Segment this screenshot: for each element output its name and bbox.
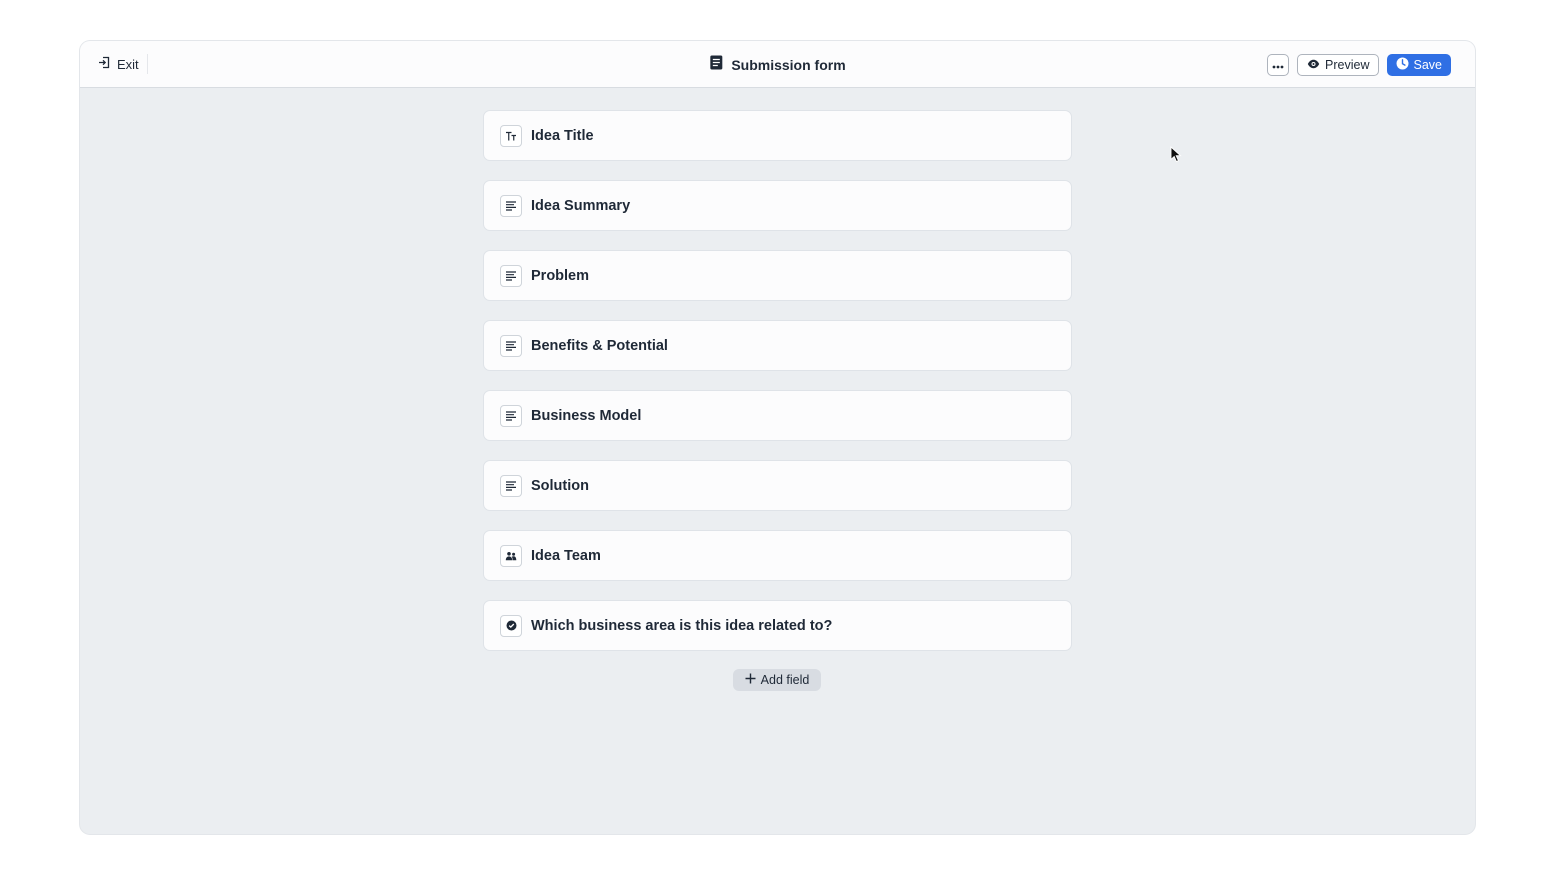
preview-button[interactable]: Preview — [1297, 54, 1379, 76]
exit-label: Exit — [117, 56, 139, 72]
field-label: Problem — [531, 267, 590, 284]
field-label: Which business area is this idea related… — [531, 617, 833, 634]
form-field-benefits-potential[interactable]: Benefits & Potential — [483, 320, 1072, 371]
plus-icon — [745, 673, 756, 687]
exit-button[interactable]: Exit — [98, 54, 148, 74]
form-field-idea-team[interactable]: Idea Team — [483, 530, 1072, 581]
form-field-idea-summary[interactable]: Idea Summary — [483, 180, 1072, 231]
save-sync-icon — [1396, 57, 1409, 73]
paragraph-icon — [500, 194, 522, 217]
field-label: Benefits & Potential — [531, 337, 668, 354]
add-field-label: Add field — [760, 673, 810, 687]
paragraph-icon — [500, 474, 522, 497]
field-label: Business Model — [531, 407, 642, 424]
eye-icon — [1307, 58, 1320, 72]
ellipsis-icon — [1272, 56, 1284, 74]
text-type-icon — [500, 124, 522, 147]
preview-label: Preview — [1325, 58, 1370, 72]
field-label: Solution — [531, 477, 589, 494]
top-bar: Exit Submission form Preview Save — [80, 41, 1475, 88]
page-title-group: Submission form — [709, 54, 846, 76]
field-label: Idea Title — [531, 127, 594, 144]
form-field-problem[interactable]: Problem — [483, 250, 1072, 301]
editor-window: Exit Submission form Preview Save Idea T… — [80, 41, 1475, 834]
save-button[interactable]: Save — [1386, 54, 1451, 76]
paragraph-icon — [500, 334, 522, 357]
mouse-pointer-icon — [1170, 145, 1182, 168]
form-field-business-model[interactable]: Business Model — [483, 390, 1072, 441]
more-options-button[interactable] — [1267, 54, 1290, 76]
save-label: Save — [1413, 58, 1443, 72]
form-field-business-area[interactable]: Which business area is this idea related… — [483, 600, 1072, 651]
field-label: Idea Summary — [531, 197, 631, 214]
form-field-solution[interactable]: Solution — [483, 460, 1072, 511]
form-fields-list: Idea Title Idea Summary Problem Benefits… — [483, 110, 1072, 670]
field-label: Idea Team — [531, 547, 601, 564]
people-icon — [500, 544, 522, 567]
paragraph-icon — [500, 404, 522, 427]
exit-icon — [98, 56, 111, 72]
add-field-button[interactable]: Add field — [733, 669, 821, 691]
form-field-idea-title[interactable]: Idea Title — [483, 110, 1072, 161]
form-document-icon — [709, 55, 722, 75]
check-circle-icon — [500, 614, 522, 637]
header-actions: Preview Save — [1267, 54, 1451, 76]
page-title: Submission form — [731, 57, 846, 73]
paragraph-icon — [500, 264, 522, 287]
